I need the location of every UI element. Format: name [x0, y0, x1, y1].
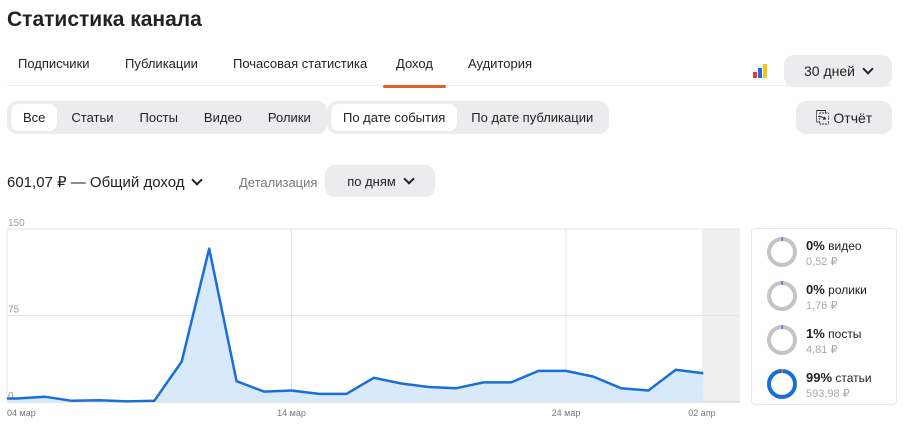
- legend-share: 99% статьи: [806, 370, 872, 385]
- total-income: 601,07 ₽ — Общий доход: [7, 174, 185, 191]
- legend-amount: 0,52 ₽: [806, 256, 838, 268]
- filter-by-publication-date[interactable]: По дате публикации: [459, 104, 605, 131]
- date-filter: По дате события По дате публикации: [327, 101, 610, 134]
- content-filter: Все Статьи Посты Видео Ролики: [7, 101, 327, 134]
- detail-value: по дням: [347, 173, 396, 189]
- donut-icon: [767, 281, 797, 311]
- bar-chart-icon: [753, 64, 769, 78]
- legend-amount: 4,81 ₽: [806, 344, 838, 356]
- tab-income[interactable]: Доход: [383, 56, 446, 88]
- income-chart: 07515004 мар 14 мар 24 мар 02 апр: [6, 218, 740, 418]
- legend-share: 1% посты: [806, 326, 862, 341]
- income-legend: 0% видео 0,52 ₽ 0% ролики 1,76 ₽ 1% пост…: [751, 228, 897, 405]
- report-button[interactable]: ⎘ Отчёт: [796, 101, 892, 134]
- x-tick-label: 24 мар: [552, 408, 581, 418]
- tab-subscribers[interactable]: Подписчики: [18, 56, 90, 71]
- total-income-select[interactable]: 601,07 ₽ — Общий доход: [7, 173, 204, 191]
- report-icon: ⎘: [815, 107, 830, 127]
- legend-amount: 1,76 ₽: [806, 300, 838, 312]
- filter-by-event-date[interactable]: По дате события: [331, 104, 458, 131]
- tab-audience[interactable]: Аудитория: [468, 56, 532, 71]
- detail-label: Детализация: [239, 175, 318, 190]
- y-tick-label: 150: [8, 218, 25, 229]
- legend-share: 0% видео: [806, 238, 862, 253]
- period-label: 30 дней: [804, 63, 855, 79]
- y-tick-label: 75: [8, 305, 20, 316]
- legend-amount: 593,98 ₽: [806, 388, 850, 400]
- legend-share: 0% ролики: [806, 282, 867, 297]
- chevron-down-icon: [403, 172, 415, 185]
- filter-video[interactable]: Видео: [192, 104, 254, 131]
- filter-all[interactable]: Все: [11, 104, 58, 131]
- donut-icon: [767, 236, 797, 267]
- donut-icon: [767, 325, 797, 355]
- tab-publications[interactable]: Публикации: [125, 56, 198, 71]
- legend-item: 0% видео 0,52 ₽: [766, 236, 896, 276]
- chevron-down-icon: [862, 62, 874, 75]
- filter-articles[interactable]: Статьи: [59, 104, 125, 131]
- legend-item: 99% статьи 593,98 ₽: [766, 368, 896, 408]
- x-tick-label: 04 мар: [7, 408, 36, 418]
- filter-posts[interactable]: Посты: [128, 104, 190, 131]
- legend-item: 1% посты 4,81 ₽: [766, 324, 896, 364]
- report-label: Отчёт: [833, 109, 873, 126]
- tab-hourly[interactable]: Почасовая статистика: [233, 56, 367, 71]
- x-tick-label: 14 мар: [277, 408, 306, 418]
- legend-item: 0% ролики 1,76 ₽: [766, 280, 896, 320]
- period-select[interactable]: 30 дней: [784, 55, 892, 87]
- detail-select[interactable]: по дням: [325, 165, 435, 197]
- donut-icon: [767, 369, 797, 399]
- filter-shorts[interactable]: Ролики: [256, 104, 323, 131]
- series-line: [6, 247, 704, 403]
- page-title: Статистика канала: [7, 8, 202, 31]
- x-tick-label: 02 апр: [688, 408, 715, 418]
- chevron-down-icon: [191, 173, 204, 186]
